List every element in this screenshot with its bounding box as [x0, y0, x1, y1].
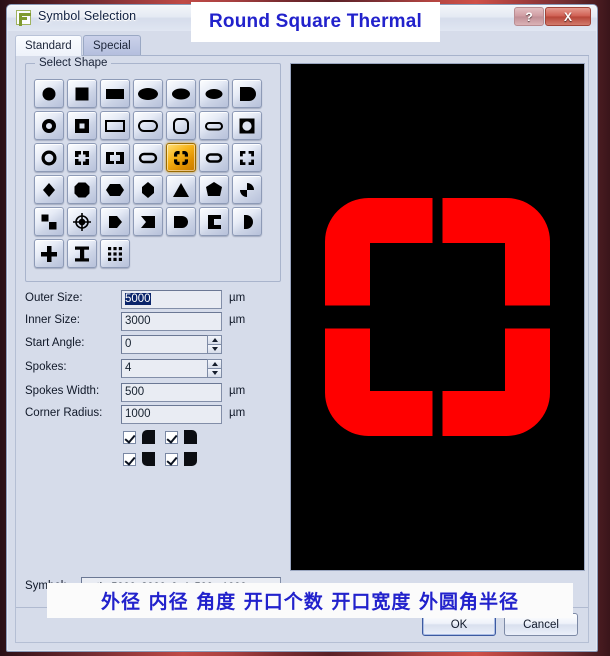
- shape-home-plate-right-icon[interactable]: [100, 207, 130, 236]
- corner-options: [123, 429, 197, 473]
- select-shape-groupbox: Select Shape: [25, 57, 281, 282]
- field-inner-size: Inner Size: 3000 µm: [25, 312, 281, 331]
- shape-oval-icon[interactable]: [166, 79, 196, 108]
- unit-spokes-width: µm: [229, 385, 246, 397]
- shape-square-thermal-open-icon[interactable]: [232, 143, 262, 172]
- shape-rectangle-icon[interactable]: [100, 79, 130, 108]
- start-angle-decrement-icon[interactable]: [207, 345, 222, 354]
- spokes-stepper: [207, 359, 222, 378]
- close-icon[interactable]: X: [545, 7, 591, 26]
- field-label-outer-size: Outer Size:: [25, 292, 83, 304]
- shape-bullet-right-icon[interactable]: [166, 207, 196, 236]
- unit-corner-radius: µm: [229, 407, 246, 419]
- shape-c-shape-icon[interactable]: [199, 207, 229, 236]
- corner-row-bottom: [123, 451, 197, 467]
- corner-radius-input[interactable]: 1000: [121, 405, 222, 424]
- spokes-value: 4: [125, 362, 132, 374]
- corner-top-right-checkbox[interactable]: [165, 430, 178, 444]
- spokes-increment-icon[interactable]: [207, 359, 222, 369]
- tab-special[interactable]: Special: [83, 35, 141, 56]
- shape-hexagon-h-icon[interactable]: [100, 175, 130, 204]
- shape-circle-icon[interactable]: [34, 79, 64, 108]
- inner-size-input[interactable]: 3000: [121, 312, 222, 331]
- field-start-angle: Start Angle: 0: [25, 335, 281, 354]
- start-angle-stepper: [207, 335, 222, 354]
- corner-round-bottom-left-icon: [142, 452, 155, 466]
- spokes-decrement-icon[interactable]: [207, 369, 222, 378]
- shape-diamond-icon[interactable]: [34, 175, 64, 204]
- shape-hexagon-v-icon[interactable]: [133, 175, 163, 204]
- shape-d-shape-icon[interactable]: [232, 79, 262, 108]
- shape-square-icon[interactable]: [67, 79, 97, 108]
- field-label-spokes: Spokes:: [25, 361, 67, 373]
- shape-chevron-left-icon[interactable]: [133, 207, 163, 236]
- shape-oval-ring-icon[interactable]: [199, 111, 229, 140]
- shape-rounded-square-ring-icon[interactable]: [166, 111, 196, 140]
- shape-offset-squares-icon[interactable]: [34, 207, 64, 236]
- symbol-selection-window: Symbol Selection ? X Standard Special Se…: [6, 4, 598, 652]
- shape-grid-array-icon[interactable]: [100, 239, 130, 268]
- shape-round-square-thermal-icon[interactable]: [166, 143, 196, 172]
- shape-square-thermal-icon[interactable]: [67, 143, 97, 172]
- window-title: Symbol Selection: [38, 9, 137, 23]
- tab-standard[interactable]: Standard: [15, 35, 82, 56]
- select-shape-title: Select Shape: [35, 57, 112, 69]
- corner-round-top-left-icon: [142, 430, 155, 444]
- window-system-buttons: ? X: [513, 7, 591, 26]
- shape-round-thermal-icon[interactable]: [34, 143, 64, 172]
- corner-round-bottom-right-icon: [184, 452, 197, 466]
- annotation-legend-overlay: 外径 内径 角度 开口个数 开口宽度 外圆角半径: [47, 583, 573, 618]
- shape-oblong-thermal-icon[interactable]: [133, 143, 163, 172]
- dialog-body: Select Shape Outer Size: 5000 µm Inner S…: [15, 56, 589, 643]
- field-outer-size: Outer Size: 5000 µm: [25, 290, 281, 309]
- corner-top-left-checkbox[interactable]: [123, 430, 136, 444]
- start-angle-input[interactable]: 0: [121, 335, 222, 354]
- shape-square-donut-icon[interactable]: [232, 111, 262, 140]
- shape-heptagon-icon[interactable]: [199, 175, 229, 204]
- shape-oval-wide-icon[interactable]: [133, 79, 163, 108]
- shape-i-beam-icon[interactable]: [67, 239, 97, 268]
- shape-pie-quarter-icon[interactable]: [232, 175, 262, 204]
- field-spokes: Spokes: 4: [25, 359, 281, 378]
- shape-donut-icon[interactable]: [34, 111, 64, 140]
- symbol-app-icon: [16, 10, 31, 26]
- shape-rect-thermal-icon[interactable]: [100, 143, 130, 172]
- unit-outer-size: µm: [229, 292, 246, 304]
- shape-square-ring-icon[interactable]: [67, 111, 97, 140]
- shape-ellipse-icon[interactable]: [199, 79, 229, 108]
- shape-oval-thermal-icon[interactable]: [199, 143, 229, 172]
- outer-size-value: 5000: [125, 293, 151, 305]
- shape-rectangle-ring-icon[interactable]: [100, 111, 130, 140]
- corner-round-top-right-icon: [184, 430, 197, 444]
- start-angle-increment-icon[interactable]: [207, 335, 222, 345]
- field-corner-radius: Corner Radius: 1000 µm: [25, 405, 281, 424]
- outer-size-input[interactable]: 5000: [121, 290, 222, 309]
- annotation-title-overlay: Round Square Thermal: [191, 2, 440, 42]
- field-label-spokes-width: Spokes Width:: [25, 385, 100, 397]
- corner-bottom-right-checkbox[interactable]: [165, 452, 178, 466]
- field-spokes-width: Spokes Width: 500 µm: [25, 383, 281, 402]
- corner-bottom-left-checkbox[interactable]: [123, 452, 136, 466]
- help-button[interactable]: ?: [514, 7, 544, 26]
- spokes-input[interactable]: 4: [121, 359, 222, 378]
- shape-preview: [290, 63, 585, 571]
- shape-octagon-icon[interactable]: [67, 175, 97, 204]
- corner-row-top: [123, 429, 197, 445]
- unit-inner-size: µm: [229, 314, 246, 326]
- shape-crosshair-target-icon[interactable]: [67, 207, 97, 236]
- shape-oblong-ring-icon[interactable]: [133, 111, 163, 140]
- start-angle-value: 0: [125, 338, 132, 350]
- field-label-start-angle: Start Angle:: [25, 337, 85, 349]
- spokes-width-input[interactable]: 500: [121, 383, 222, 402]
- field-label-inner-size: Inner Size:: [25, 314, 80, 326]
- desktop-background: Symbol Selection ? X Standard Special Se…: [0, 0, 610, 656]
- shape-cross-icon[interactable]: [34, 239, 64, 268]
- shape-grid: [33, 78, 264, 270]
- preview-canvas: [291, 64, 584, 570]
- shape-half-moon-icon[interactable]: [232, 207, 262, 236]
- field-label-corner-radius: Corner Radius:: [25, 407, 103, 419]
- shape-triangle-icon[interactable]: [166, 175, 196, 204]
